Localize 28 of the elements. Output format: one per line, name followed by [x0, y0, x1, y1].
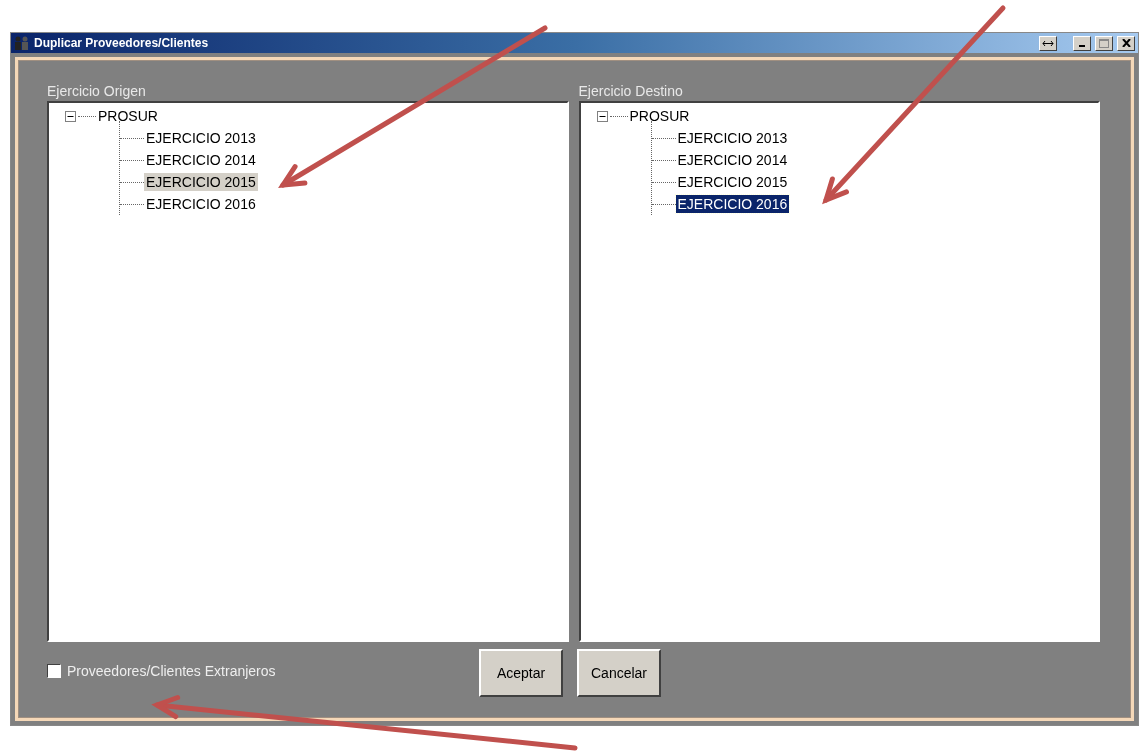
tree-item[interactable]: EJERCICIO 2014	[144, 151, 258, 169]
accept-button[interactable]: Aceptar	[479, 649, 563, 697]
maximize-button[interactable]	[1095, 35, 1113, 51]
tree-item[interactable]: EJERCICIO 2014	[675, 151, 790, 169]
panel-label: Ejercicio Destino	[578, 83, 684, 101]
tree-view[interactable]: PROSUR EJERCICIO 2013 EJERCICIO 2014 EJERCICIO 2015 EJERCICIO 2016	[578, 101, 1100, 642]
tree-item[interactable]: EJERCICIO 2015	[144, 173, 258, 191]
collapse-icon[interactable]	[65, 110, 76, 122]
tree-item[interactable]: EJERCICIO 2016	[675, 195, 790, 213]
tree-item[interactable]: EJERCICIO 2013	[675, 129, 790, 147]
resize-button[interactable]	[1039, 35, 1057, 51]
tree-item[interactable]: EJERCICIO 2016	[144, 195, 258, 213]
maximize-icon	[1099, 38, 1109, 48]
tree-view[interactable]: PROSUR EJERCICIO 2013 EJERCICIO 2014 EJERCICIO 2015 EJERCICIO 2016	[47, 101, 569, 642]
close-icon	[1121, 39, 1131, 47]
window-title: Duplicar Proveedores/Clientes	[34, 36, 210, 50]
people-icon	[14, 36, 30, 50]
double-arrow-icon	[1042, 39, 1054, 47]
minimize-button[interactable]	[1073, 35, 1091, 51]
tree-item[interactable]: EJERCICIO 2013	[144, 129, 258, 147]
close-button[interactable]	[1117, 35, 1135, 51]
collapse-icon[interactable]	[596, 110, 608, 122]
tree-item[interactable]: PROSUR	[627, 107, 692, 125]
panel-label: Ejercicio Origen	[47, 83, 147, 101]
checkbox[interactable]	[47, 664, 61, 678]
cancel-button[interactable]: Cancelar	[577, 649, 661, 697]
tree-item[interactable]: PROSUR	[96, 107, 160, 125]
tree-item[interactable]: EJERCICIO 2015	[675, 173, 790, 191]
